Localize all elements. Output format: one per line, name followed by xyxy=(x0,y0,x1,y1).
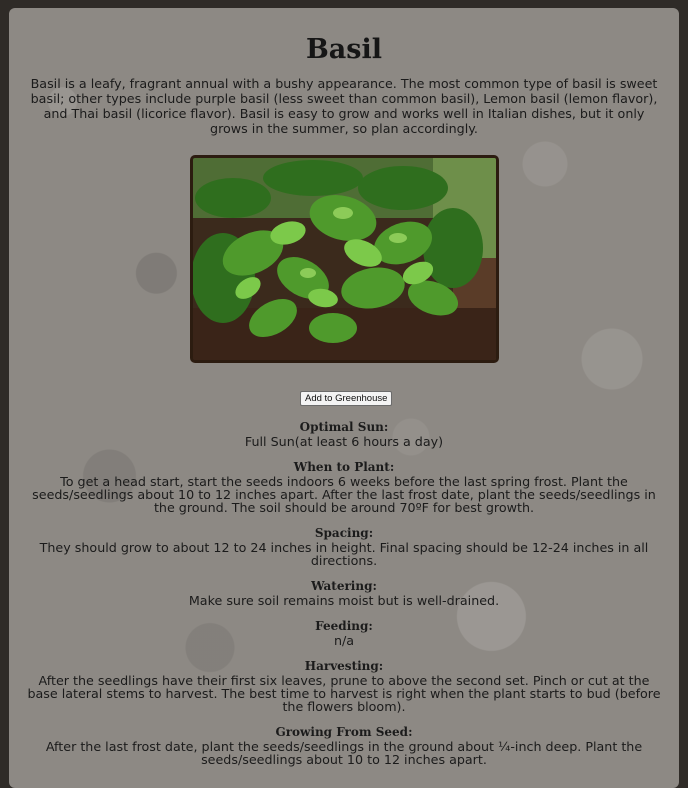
section-text: After the seedlings have their first six… xyxy=(27,673,661,714)
plant-photo xyxy=(190,155,499,363)
section-label: Harvesting: xyxy=(304,659,384,673)
section-growing-from-seed: Growing From Seed: After the last frost … xyxy=(25,725,663,766)
section-label: Growing From Seed: xyxy=(275,725,413,739)
care-info: Optimal Sun: Full Sun(at least 6 hours a… xyxy=(25,420,663,778)
page-title: Basil xyxy=(305,34,383,65)
plant-description: Basil is a leafy, fragrant annual with a… xyxy=(30,76,658,136)
section-watering: Watering: Make sure soil remains moist b… xyxy=(25,579,663,607)
section-spacing: Spacing: They should grow to about 12 to… xyxy=(25,526,663,567)
section-text: They should grow to about 12 to 24 inche… xyxy=(39,540,649,568)
section-text: n/a xyxy=(333,633,355,648)
section-label: Feeding: xyxy=(315,619,373,633)
section-label: Optimal Sun: xyxy=(299,420,389,434)
section-when-to-plant: When to Plant: To get a head start, star… xyxy=(25,460,663,514)
section-label: When to Plant: xyxy=(293,460,395,474)
section-text: After the last frost date, plant the see… xyxy=(45,739,643,767)
section-text: Full Sun(at least 6 hours a day) xyxy=(244,434,444,449)
section-harvesting: Harvesting: After the seedlings have the… xyxy=(25,659,663,713)
add-to-greenhouse-button[interactable]: Add to Greenhouse xyxy=(300,391,393,406)
section-text: To get a head start, start the seeds ind… xyxy=(32,474,656,515)
section-label: Spacing: xyxy=(314,526,374,540)
section-label: Watering: xyxy=(311,579,377,593)
section-text: Make sure soil remains moist but is well… xyxy=(188,593,500,608)
section-optimal-sun: Optimal Sun: Full Sun(at least 6 hours a… xyxy=(25,420,663,448)
plant-detail-panel: Basil Basil is a leafy, fragrant annual … xyxy=(9,8,679,788)
section-feeding: Feeding: n/a xyxy=(25,619,663,647)
basil-plant-image xyxy=(193,158,496,360)
